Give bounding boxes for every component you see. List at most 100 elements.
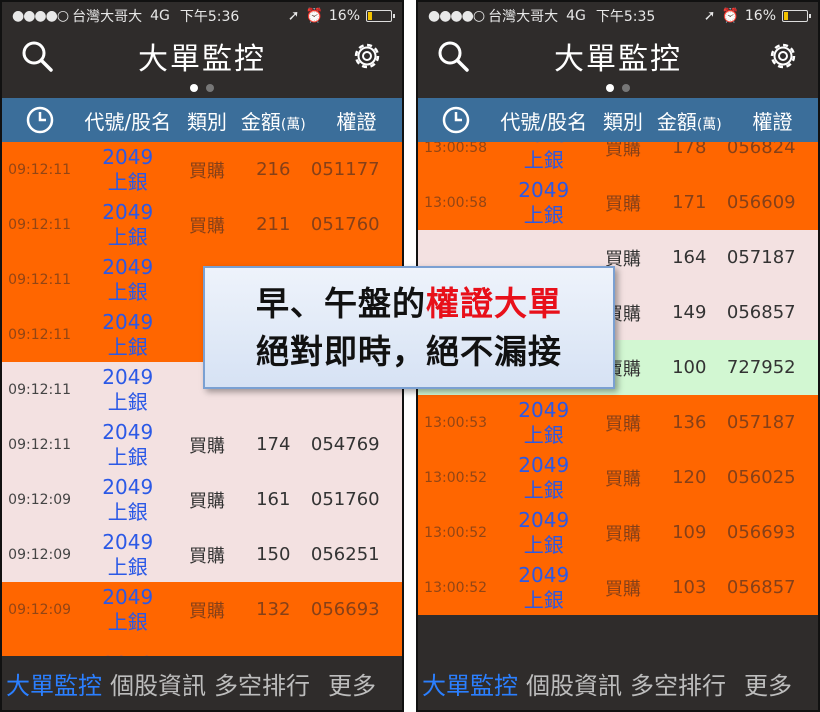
stock-name-link[interactable]: 上銀	[108, 500, 148, 525]
stock-name-link[interactable]: 上銀	[524, 478, 564, 503]
row-stock[interactable]: 2049上銀	[493, 142, 594, 173]
stock-name-link[interactable]: 上銀	[108, 280, 148, 305]
stock-name-link[interactable]: 上銀	[108, 445, 148, 470]
page-indicator[interactable]	[2, 84, 402, 96]
signal-strength: ●●●●○	[428, 8, 485, 24]
stock-code-link[interactable]: 2049	[102, 475, 153, 500]
table-row[interactable]: 09:12:09 2049 上銀 買購 150 056251	[2, 527, 402, 582]
table-row[interactable]: 13:00:53 2049 上銀 買購 136 057187	[418, 395, 818, 450]
tab-large-order-monitor[interactable]: 大單監控	[2, 666, 106, 701]
tab-long-short-ranking[interactable]: 多空排行	[626, 666, 730, 701]
header-type[interactable]: 類別	[594, 106, 651, 135]
tab-stock-info[interactable]: 個股資訊	[106, 666, 210, 701]
row-amount: 150	[256, 544, 291, 565]
row-stock[interactable]: 2049上銀	[77, 365, 178, 415]
row-warrant: 056025	[726, 467, 796, 488]
header-code-name[interactable]: 代號/股名	[77, 106, 178, 135]
stock-name-link[interactable]: 上銀	[108, 555, 148, 580]
status-bar: ●●●●○ 台灣大哥大 4G 下午5:35 ➚ ⏰ 16%	[418, 2, 818, 30]
row-stock[interactable]: 2049上銀	[493, 508, 594, 558]
row-stock[interactable]: 2049上銀	[493, 398, 594, 448]
stock-code-link[interactable]: 2049	[102, 420, 153, 445]
stock-name-link[interactable]: 上銀	[108, 335, 148, 360]
row-stock[interactable]: 2049上銀	[77, 420, 178, 470]
header-warrant[interactable]: 權證	[727, 106, 818, 135]
table-row[interactable]: 13:00:58 2049上銀買購 178 056824	[418, 142, 818, 175]
row-stock[interactable]: 2049上銀	[493, 563, 594, 613]
banner-highlight: 權證大單	[426, 283, 562, 323]
stock-name-link[interactable]: 上銀	[524, 588, 564, 613]
table-row[interactable]: 09:12:11 2049 上銀 買購 174 054769	[2, 417, 402, 472]
table-row[interactable]: 09:12:09 2049 上銀 買購 132 056693	[2, 582, 402, 637]
stock-code-link[interactable]: 2049	[102, 145, 153, 170]
stock-name-link[interactable]: 上銀	[524, 203, 564, 228]
row-stock[interactable]: 2049上銀	[493, 453, 594, 503]
stock-code-link[interactable]: 2049	[518, 178, 569, 203]
stock-name-link[interactable]: 上銀	[108, 610, 148, 635]
row-stock[interactable]: 2049上銀	[77, 530, 178, 580]
row-stock[interactable]: 2049上銀	[77, 310, 178, 360]
header-amount[interactable]: 金額(萬)	[652, 106, 727, 135]
stock-code-link[interactable]: 2049	[518, 398, 569, 423]
stock-name-link[interactable]: 上銀	[524, 533, 564, 558]
tab-long-short-ranking[interactable]: 多空排行	[210, 666, 314, 701]
stock-name-link[interactable]: 上銀	[108, 170, 148, 195]
stock-code-link[interactable]: 2049	[102, 200, 153, 225]
header-code-name[interactable]: 代號/股名	[493, 106, 594, 135]
table-row[interactable]: 09:12:11 2049 上銀 買購 211 051760	[2, 197, 402, 252]
order-list[interactable]: 09:12:11 2049 上銀 買購 216 051177 09:12:11 2049 上銀買…	[2, 142, 402, 660]
row-stock[interactable]: 2049上銀	[77, 585, 178, 635]
row-type: 買購	[604, 468, 641, 490]
stock-code-link[interactable]: 2049	[518, 508, 569, 533]
stock-code-link[interactable]: 2049	[518, 453, 569, 478]
stock-name-link[interactable]: 上銀	[524, 148, 564, 173]
stock-code-link[interactable]: 2049	[102, 310, 153, 335]
row-warrant: 051177	[310, 159, 380, 180]
table-row[interactable]: 09:12:09 2049 上銀 買購 161 051760	[2, 472, 402, 527]
tab-more[interactable]: 更多	[740, 666, 796, 701]
search-icon[interactable]	[2, 30, 72, 82]
search-icon[interactable]	[418, 30, 488, 82]
tab-large-order-monitor[interactable]: 大單監控	[418, 666, 522, 701]
table-row[interactable]: 13:00:52 2049 上銀 買購 103 056857	[418, 560, 818, 615]
clock-icon[interactable]	[2, 105, 77, 135]
gear-icon[interactable]	[332, 30, 402, 82]
header-warrant[interactable]: 權證	[311, 106, 402, 135]
page-dot-2[interactable]	[206, 84, 214, 92]
stock-code-link[interactable]: 2049	[518, 563, 569, 588]
row-amount: 132	[256, 599, 291, 620]
table-row[interactable]: 13:00:52 2049 上銀 買購 120 056025	[418, 450, 818, 505]
page-dot-2[interactable]	[622, 84, 630, 92]
row-warrant: 056693	[726, 522, 796, 543]
battery-icon	[782, 10, 811, 22]
row-stock[interactable]: 2049上銀	[77, 475, 178, 525]
stock-name-link[interactable]: 上銀	[108, 225, 148, 250]
row-stock[interactable]: 2049上銀	[77, 200, 178, 250]
stock-code-link[interactable]: 2049	[102, 255, 153, 280]
stock-code-link[interactable]: 2049	[102, 530, 153, 555]
table-row[interactable]: 13:00:52 2049 上銀 買購 109 056693	[418, 505, 818, 560]
status-time: 下午5:36	[179, 9, 240, 25]
header-type[interactable]: 類別	[178, 106, 235, 135]
order-list[interactable]: 13:00:582049上銀買購17805682413:00:582049上銀買…	[418, 142, 818, 660]
row-stock[interactable]: 2049上銀	[493, 178, 594, 228]
header-amount[interactable]: 金額(萬)	[236, 106, 311, 135]
stock-name-link[interactable]: 上銀	[108, 390, 148, 415]
stock-code-link[interactable]: 2049	[102, 365, 153, 390]
page-dot-1[interactable]	[606, 84, 614, 92]
tab-stock-info[interactable]: 個股資訊	[522, 666, 626, 701]
row-time: 09:12:11	[8, 381, 72, 398]
stock-name-link[interactable]: 上銀	[524, 423, 564, 448]
clock-icon[interactable]	[418, 105, 493, 135]
page-dot-1[interactable]	[190, 84, 198, 92]
page-indicator[interactable]	[418, 84, 818, 96]
row-stock[interactable]: 2049上銀	[77, 145, 178, 195]
row-amount: 136	[672, 412, 707, 433]
row-amount: 120	[672, 467, 707, 488]
tab-more[interactable]: 更多	[324, 666, 380, 701]
table-row[interactable]: 13:00:58 2049 上銀 買購 171 056609	[418, 175, 818, 230]
gear-icon[interactable]	[748, 30, 818, 82]
row-stock[interactable]: 2049上銀	[77, 255, 178, 305]
stock-code-link[interactable]: 2049	[102, 585, 153, 610]
table-row[interactable]: 09:12:11 2049 上銀 買購 216 051177	[2, 142, 402, 197]
